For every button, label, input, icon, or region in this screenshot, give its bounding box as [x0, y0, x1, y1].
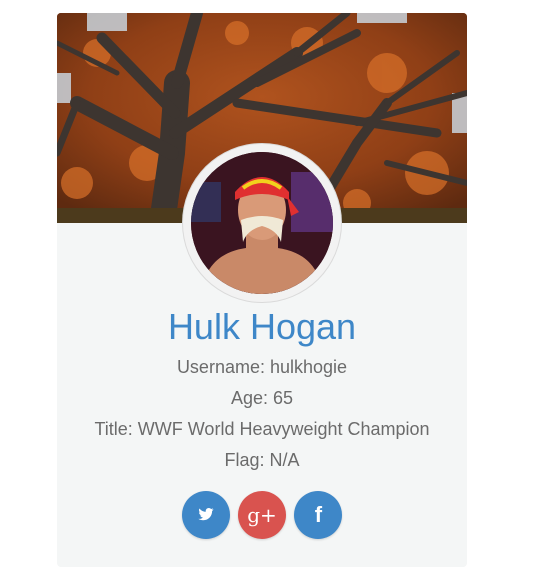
age-row: Age: 65 [57, 387, 467, 409]
google-plus-icon: g+ [247, 503, 277, 527]
username-label: Username: [176, 357, 265, 377]
facebook-button[interactable]: f [294, 491, 343, 539]
facebook-icon: f [314, 502, 323, 527]
title-value: WWF World Heavyweight Champion [137, 419, 430, 439]
twitter-button[interactable] [181, 491, 230, 539]
title-row: Title: WWF World Heavyweight Champion [57, 418, 467, 440]
profile-card: Hulk Hogan Username: hulkhogie Age: 65 T… [57, 13, 467, 567]
age-value: 65 [273, 388, 294, 408]
username-value: hulkhogie [269, 357, 348, 377]
username-row: Username: hulkhogie [57, 356, 467, 378]
flag-label: Flag: [224, 450, 265, 470]
avatar-photo [191, 152, 333, 294]
google-plus-button[interactable]: g+ [238, 491, 286, 539]
social-links: g+ f [57, 491, 467, 541]
profile-name: Hulk Hogan [167, 306, 357, 347]
flag-row: Flag: N/A [57, 449, 467, 471]
twitter-icon [182, 491, 230, 539]
avatar [183, 144, 341, 302]
flag-value: N/A [269, 450, 300, 470]
age-label: Age: [230, 388, 268, 408]
title-label: Title: [94, 419, 133, 439]
